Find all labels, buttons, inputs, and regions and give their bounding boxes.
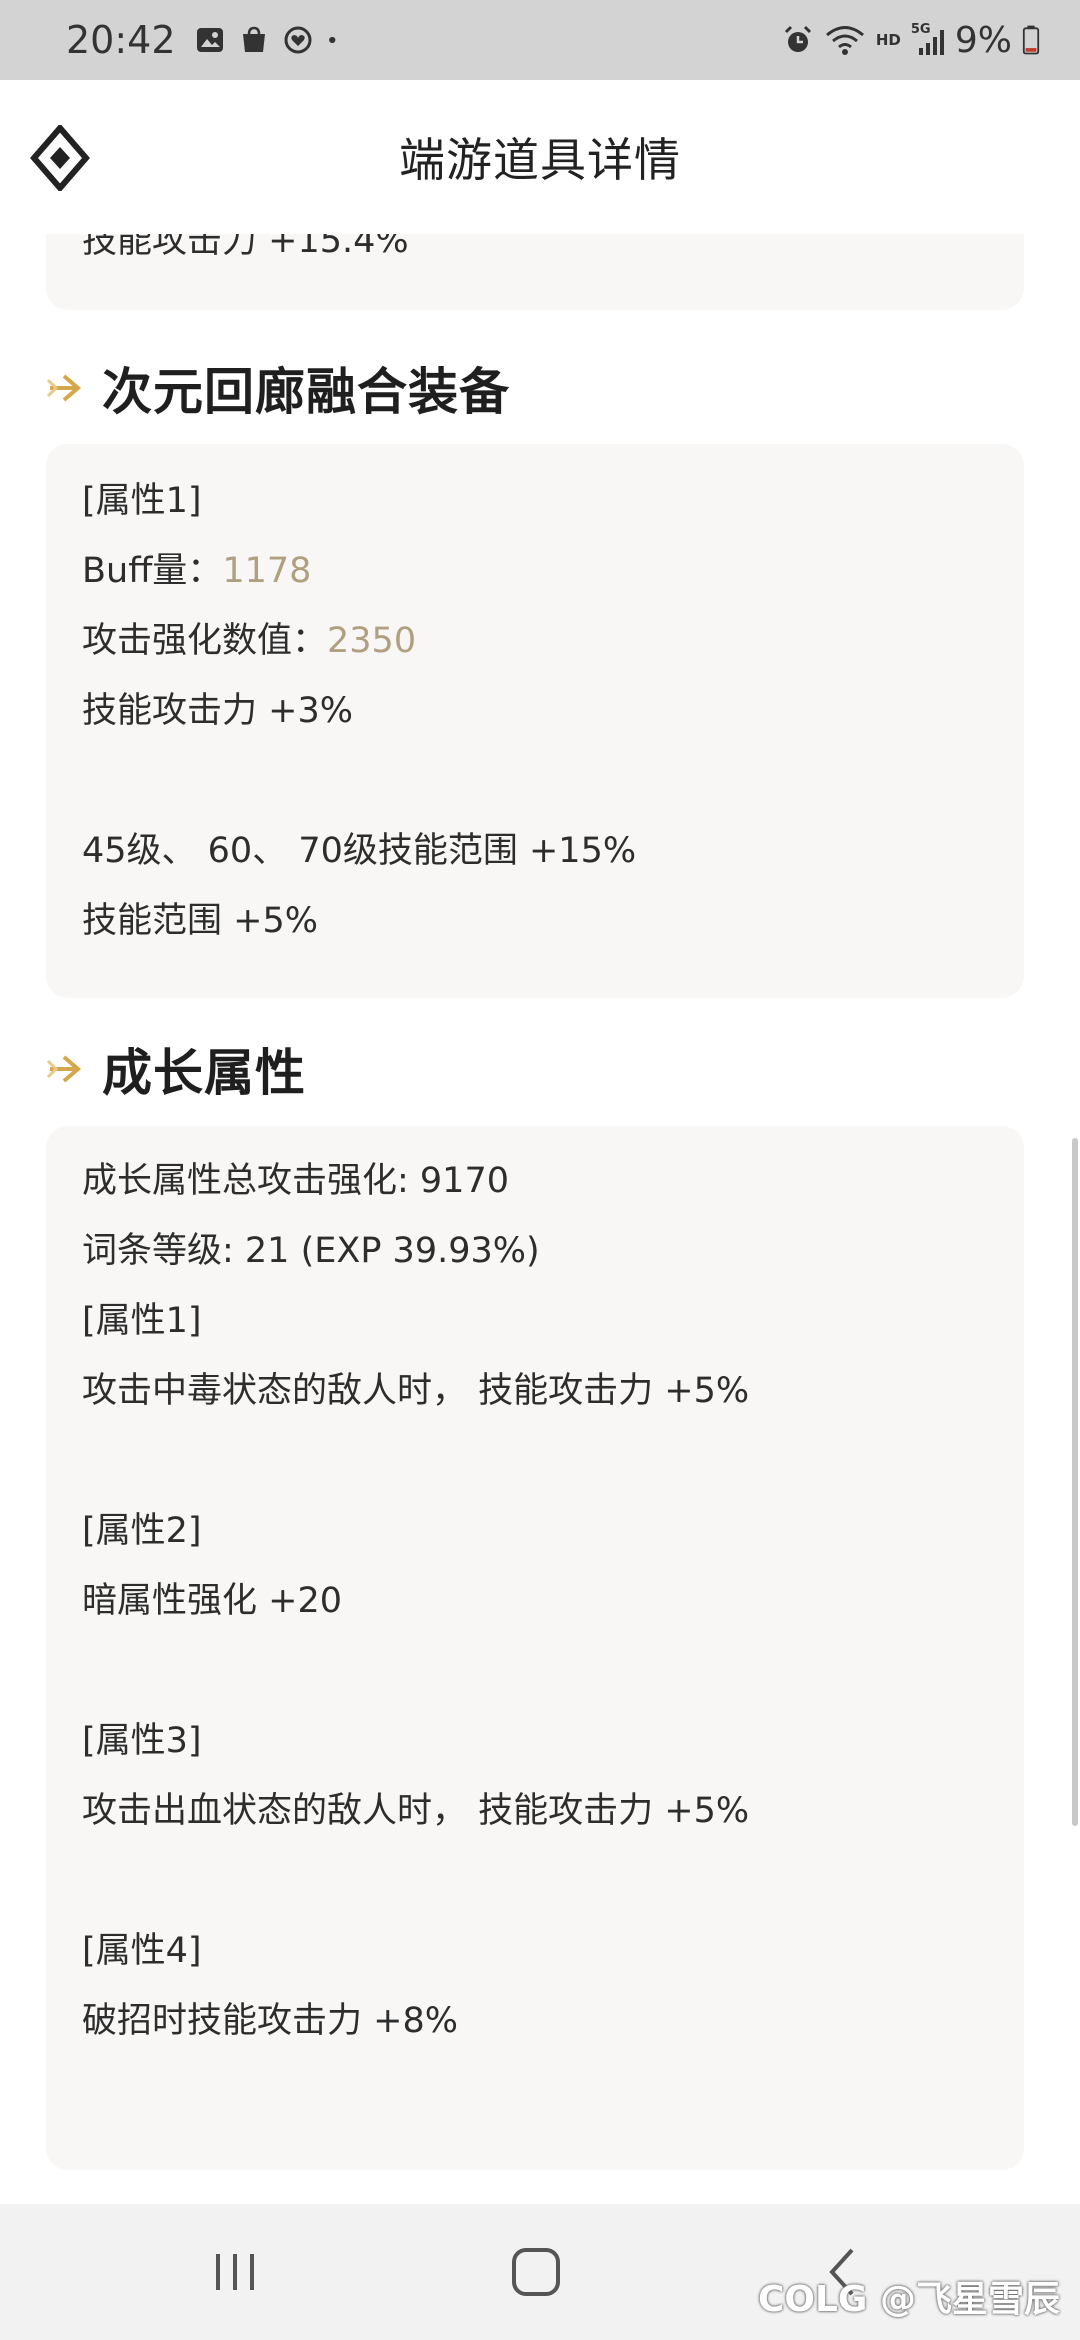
app-header: 端游道具详情	[0, 80, 1080, 234]
shopping-bag-icon	[242, 26, 265, 52]
fusion-line: 技能攻击力 +3%	[82, 691, 353, 731]
growth-line: 攻击中毒状态的敌人时， 技能攻击力 +5%	[82, 1371, 750, 1411]
section-fusion-title: 次元回廊融合装备	[102, 363, 510, 421]
growth-line: [属性2]	[82, 1511, 202, 1551]
growth-line: [属性1]	[82, 1301, 202, 1341]
growth-line: 词条等级: 21 (EXP 39.93%)	[82, 1231, 540, 1271]
image-icon	[196, 28, 223, 52]
growth-line: 暗属性强化 +20	[82, 1581, 342, 1621]
fusion-line	[82, 746, 988, 816]
recent-apps-icon[interactable]	[210, 2242, 260, 2302]
section-fusion-header: 次元回廊融合装备	[46, 353, 510, 423]
hd-label: HD	[875, 31, 901, 49]
attack-value: 2350	[327, 621, 417, 661]
fusion-card: [属性1] Buff量：1178 攻击强化数值：2350 技能攻击力 +3% 4…	[46, 444, 1024, 998]
growth-line: 攻击出血状态的敌人时， 技能攻击力 +5%	[82, 1791, 750, 1831]
top-card-line: 技能攻击力 +15.4%	[82, 234, 409, 261]
wifi-icon	[825, 26, 864, 55]
nav-bar: COLG @飞星雪辰	[0, 2204, 1080, 2340]
watermark: COLG @飞星雪辰	[757, 2279, 1060, 2320]
growth-line	[82, 1426, 988, 1496]
growth-line	[82, 1846, 988, 1916]
alarm-icon	[784, 25, 811, 52]
fusion-line: 45级、 60、 70级技能范围 +15%	[82, 831, 637, 871]
growth-line: [属性4]	[82, 1931, 202, 1971]
buff-value: 1178	[222, 551, 312, 591]
home-icon[interactable]	[506, 2242, 566, 2302]
growth-line: 成长属性总攻击强化: 9170	[82, 1161, 509, 1201]
status-time: 20:42	[66, 18, 176, 62]
status-icons-right: HD 5G 9%	[782, 20, 1040, 61]
page-title: 端游道具详情	[399, 133, 681, 187]
status-icons-left	[194, 24, 346, 56]
battery-percent: 9%	[954, 19, 1012, 61]
detail-content[interactable]: 技能攻击力 +15.4% 次元回廊融合装备 [属性1] Buff量：1178 攻…	[0, 234, 1080, 2204]
battery-icon	[1022, 25, 1040, 55]
fusion-line: 技能范围 +5%	[82, 901, 318, 941]
fusion-line: [属性1]	[82, 481, 202, 521]
heart-circle-icon	[284, 26, 312, 54]
growth-line: [属性3]	[82, 1721, 202, 1761]
section-growth-title: 成长属性	[102, 1044, 306, 1102]
arrow-icon	[46, 1055, 82, 1083]
growth-line: 破招时技能攻击力 +8%	[82, 2001, 458, 2041]
status-bar: 20:42 HD 5G 9%	[0, 0, 1080, 80]
scrollbar[interactable]	[1072, 1138, 1078, 1826]
dot-icon	[328, 36, 335, 44]
growth-line	[82, 1636, 988, 1706]
top-card: 技能攻击力 +15.4%	[46, 234, 1024, 310]
signal-icon: 5G	[911, 22, 945, 56]
arrow-icon	[46, 374, 82, 402]
fusion-line: Buff量：1178	[82, 551, 312, 591]
fusion-line: 攻击强化数值：2350	[82, 621, 417, 661]
growth-card: 成长属性总攻击强化: 9170 词条等级: 21 (EXP 39.93%) [属…	[46, 1126, 1024, 2170]
diamond-logo-icon[interactable]	[30, 125, 90, 191]
section-growth-header: 成长属性	[46, 1034, 306, 1104]
